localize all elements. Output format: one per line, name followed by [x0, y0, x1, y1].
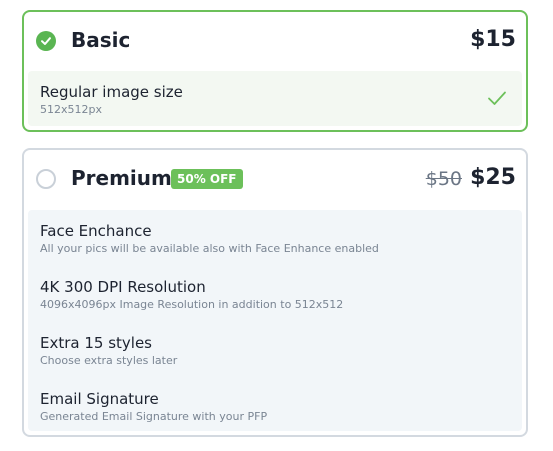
feature-item: Email Signature Generated Email Signatur…: [40, 389, 510, 424]
plan-header-premium: Premium 50% OFF $50 $25: [24, 150, 526, 208]
feature-subtitle: 4096x4096px Image Resolution in addition…: [40, 298, 344, 311]
check-icon: [486, 87, 508, 109]
feature-subtitle: 512x512px: [40, 103, 102, 116]
plan-name-premium: Premium: [71, 166, 172, 190]
plan-name-basic: Basic: [71, 28, 131, 52]
plan-card-premium[interactable]: Premium 50% OFF $50 $25 Face Enchance Al…: [22, 148, 528, 437]
plan-old-price-premium: $50: [425, 168, 462, 190]
feature-subtitle: All your pics will be available also wit…: [40, 242, 379, 255]
feature-item: Face Enchance All your pics will be avai…: [40, 221, 510, 256]
discount-badge: 50% OFF: [171, 169, 243, 189]
radio-empty-icon[interactable]: [36, 169, 56, 189]
feature-title: Extra 15 styles: [40, 334, 153, 352]
plan-features-premium: Face Enchance All your pics will be avai…: [28, 210, 522, 431]
plan-header-basic: Basic $15: [24, 12, 526, 69]
plan-features-basic: Regular image size 512x512px: [28, 71, 522, 126]
feature-title: Face Enchance: [40, 222, 152, 240]
feature-subtitle: Generated Email Signature with your PFP: [40, 410, 268, 423]
feature-title: Regular image size: [40, 83, 183, 101]
feature-item: Regular image size 512x512px: [40, 82, 510, 117]
plan-price-basic: $15: [470, 27, 516, 52]
feature-item: 4K 300 DPI Resolution 4096x4096px Image …: [40, 277, 510, 312]
plan-price-premium: $25: [470, 165, 516, 190]
feature-item: Extra 15 styles Choose extra styles late…: [40, 333, 510, 368]
plan-card-basic[interactable]: Basic $15 Regular image size 512x512px: [22, 10, 528, 132]
feature-title: Email Signature: [40, 390, 159, 408]
check-circle-icon[interactable]: [36, 31, 56, 51]
feature-title: 4K 300 DPI Resolution: [40, 278, 206, 296]
feature-subtitle: Choose extra styles later: [40, 354, 178, 367]
